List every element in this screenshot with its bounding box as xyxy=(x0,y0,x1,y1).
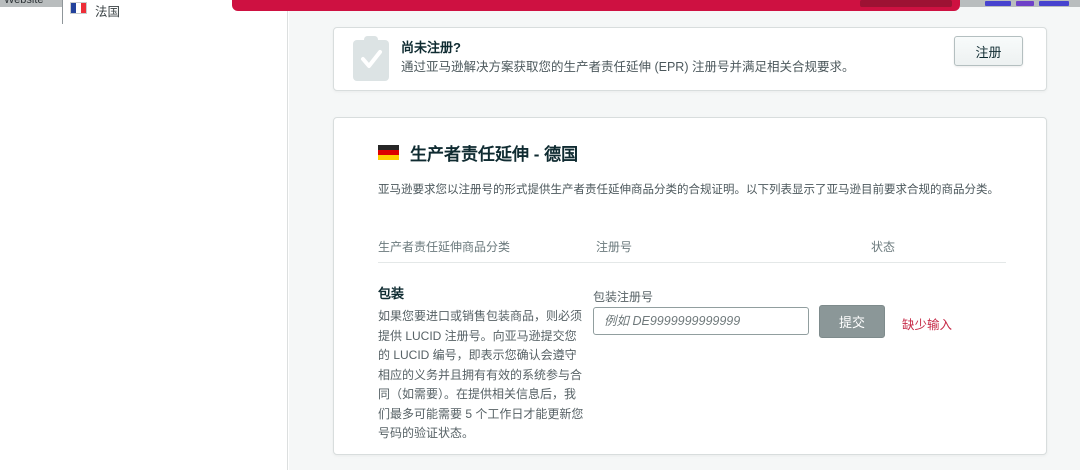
status-text: 缺少输入 xyxy=(902,314,952,333)
clipped-banner-text-fragment xyxy=(860,0,952,7)
table-header-category: 生产者责任延伸商品分类 xyxy=(378,238,510,255)
table-header-registration: 注册号 xyxy=(596,238,632,255)
epr-card-intro: 亚马逊要求您以注册号的形式提供生产者责任延伸商品分类的合规证明。以下列表显示了亚… xyxy=(378,181,999,197)
left-sidebar xyxy=(0,0,288,470)
register-card-description: 通过亚马逊解决方案获取您的生产者责任延伸 (EPR) 注册号并满足相关合规要求。 xyxy=(401,56,854,75)
register-card-title: 尚未注册? xyxy=(401,37,461,56)
table-header-status: 状态 xyxy=(871,238,895,255)
table-header-divider xyxy=(378,262,1006,263)
epr-germany-card: 生产者责任延伸 - 德国 亚马逊要求您以注册号的形式提供生产者责任延伸商品分类的… xyxy=(333,117,1047,455)
website-tab[interactable]: Website xyxy=(4,0,60,7)
germany-flag-icon xyxy=(378,145,399,160)
country-tab-label: 法国 xyxy=(95,1,120,20)
notification-banner-clipped xyxy=(232,0,960,11)
register-card: 尚未注册? 通过亚马逊解决方案获取您的生产者责任延伸 (EPR) 注册号并满足相… xyxy=(333,27,1047,91)
website-tab-label: Website xyxy=(4,0,44,6)
category-description: 如果您要进口或销售包装商品，则必须 提供 LUCID 注册号。向亚马逊提交您 的… xyxy=(378,307,598,444)
category-name: 包装 xyxy=(378,283,404,302)
clipped-link-fragment xyxy=(1039,1,1069,6)
registration-number-input[interactable] xyxy=(593,307,809,335)
clipboard-check-icon xyxy=(353,36,389,86)
top-strip-left: Website xyxy=(0,0,62,7)
epr-card-title: 生产者责任延伸 - 德国 xyxy=(410,140,578,165)
clipped-link-fragment xyxy=(985,1,1011,6)
france-flag-icon xyxy=(70,2,87,14)
page: Website 法国 尚未注册? 通过亚马逊解决方案获取您的生产者责任延伸 (E… xyxy=(0,0,1080,470)
register-button[interactable]: 注册 xyxy=(954,36,1023,66)
country-tab-france[interactable]: 法国 xyxy=(62,0,232,24)
clipped-link-fragment xyxy=(1016,1,1034,6)
top-strip-right xyxy=(960,0,1080,7)
submit-button[interactable]: 提交 xyxy=(819,305,885,338)
registration-input-label: 包装注册号 xyxy=(593,288,653,305)
